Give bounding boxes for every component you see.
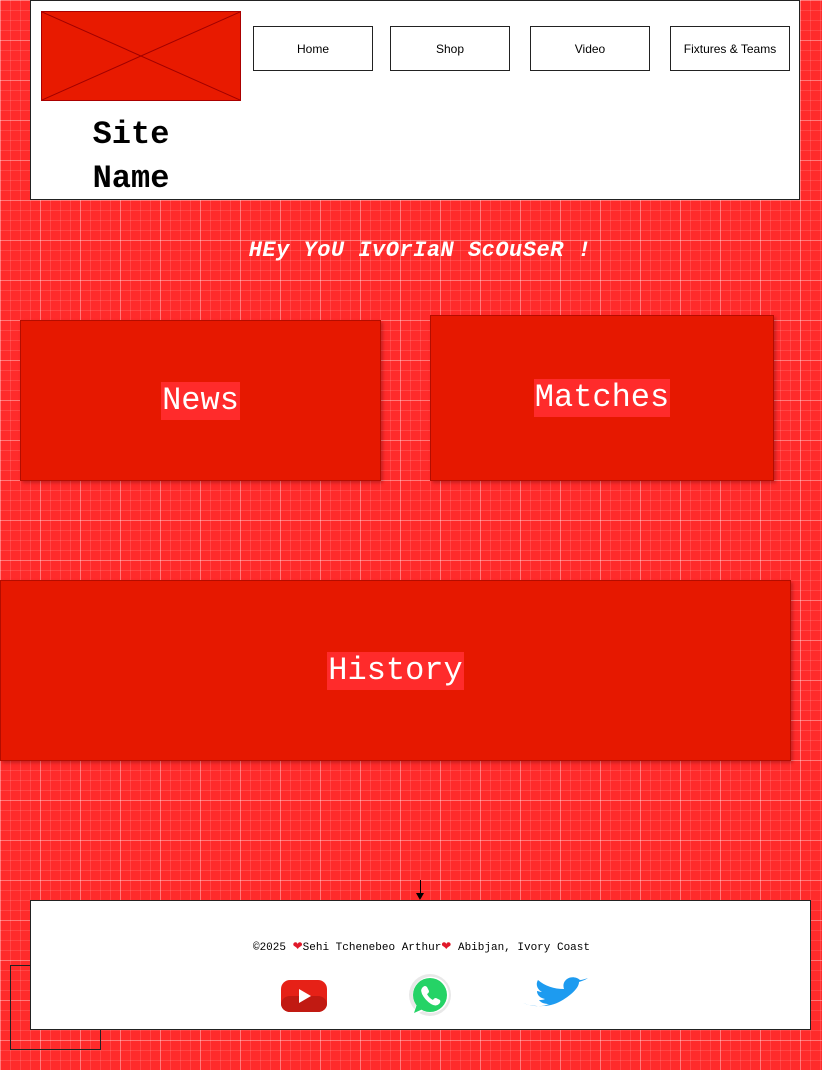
logo-placeholder[interactable]	[41, 11, 241, 101]
twitter-icon	[523, 977, 588, 1007]
site-name-line2: Name	[92, 160, 170, 197]
whatsapp-link[interactable]	[404, 973, 454, 1024]
news-label: News	[161, 381, 240, 420]
twitter-link[interactable]	[521, 977, 591, 1014]
matches-label: Matches	[533, 379, 671, 417]
copyright-year: ©2025	[252, 942, 286, 954]
youtube-link[interactable]	[280, 979, 328, 1018]
heart-icon: ❤	[441, 940, 452, 954]
nav-fixtures-teams-button[interactable]: Fixtures & Teams	[670, 26, 790, 71]
image-placeholder-icon	[42, 12, 240, 100]
youtube-icon	[281, 980, 327, 1012]
matches-card[interactable]: Matches	[430, 315, 774, 481]
site-name-line1: Site	[92, 116, 170, 153]
nav-home-button[interactable]: Home	[253, 26, 373, 71]
arrow-down-icon	[416, 893, 424, 900]
copyright-text: ©2025 ❤Sehi Tchenebeo Arthur❤ Abibjan, I…	[31, 939, 812, 954]
history-card[interactable]: History	[0, 580, 791, 761]
site-name: Site Name	[71, 113, 191, 201]
author-location: Abibjan, Ivory Coast	[457, 942, 590, 954]
nav-video-button[interactable]: Video	[530, 26, 650, 71]
author-name: Sehi Tchenebeo Arthur	[302, 942, 442, 954]
history-label: History	[327, 651, 464, 690]
site-header: Site Name Home Shop Video Fixtures & Tea…	[30, 0, 800, 200]
news-card[interactable]: News	[20, 320, 381, 481]
site-footer: ©2025 ❤Sehi Tchenebeo Arthur❤ Abibjan, I…	[30, 900, 811, 1030]
greeting-text: HEy YoU IvOrIaN ScOuSeR !	[248, 238, 592, 263]
heart-icon: ❤	[292, 940, 303, 954]
whatsapp-icon	[409, 974, 451, 1016]
nav-shop-button[interactable]: Shop	[390, 26, 510, 71]
